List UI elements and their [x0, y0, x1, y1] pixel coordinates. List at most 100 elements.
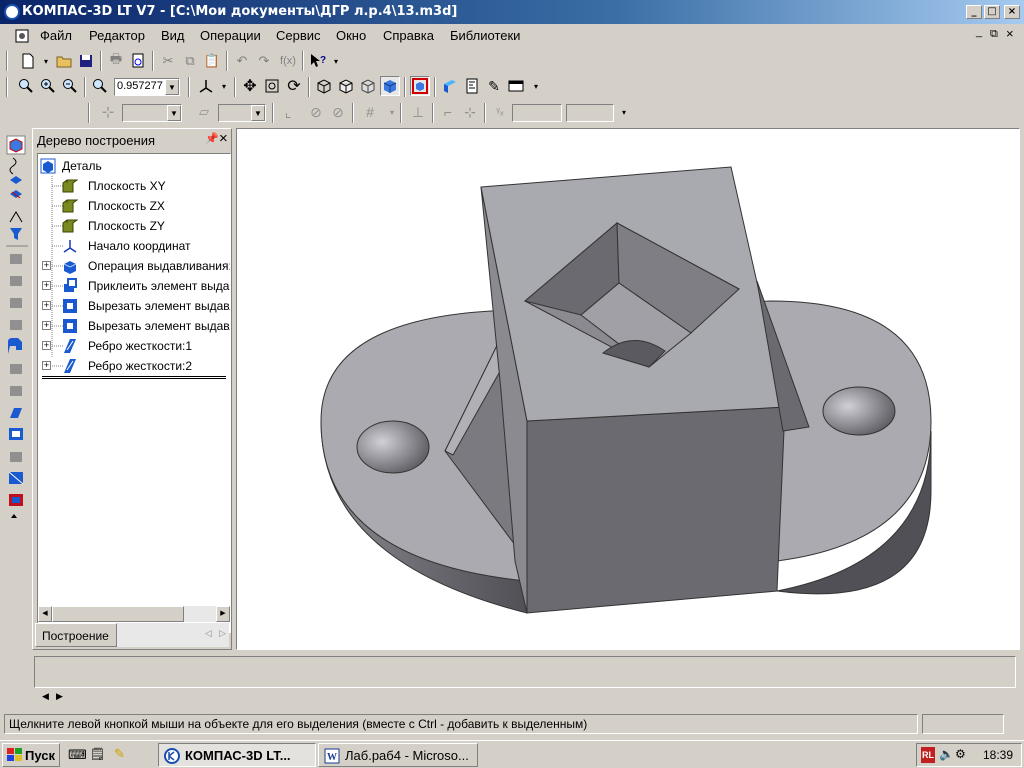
orientation-icon[interactable] — [196, 76, 216, 96]
layer-combo[interactable]: ▼ — [218, 104, 266, 122]
menu-view[interactable]: Вид — [161, 28, 185, 43]
3d-model-render[interactable] — [237, 129, 1019, 649]
tree-scroll-thumb[interactable] — [52, 606, 184, 622]
tree-item[interactable]: + Ребро жесткости:1 — [38, 336, 230, 356]
undo-icon[interactable]: ↶ — [232, 51, 252, 71]
tree-panel-close-icon[interactable]: × — [219, 130, 228, 147]
close-button[interactable]: × — [1004, 5, 1020, 19]
menu-editor[interactable]: Редактор — [89, 28, 145, 43]
zoom-scale-icon[interactable] — [90, 76, 110, 96]
tree-item[interactable]: + Ребро жесткости:2 — [38, 356, 230, 376]
tree-item[interactable]: + Вырезать элемент выдавли — [38, 316, 230, 336]
pin-icon[interactable]: 📌 — [205, 132, 219, 145]
tree-horizontal-scrollbar[interactable]: ◀ ▶ — [38, 606, 230, 622]
x-coord-field[interactable] — [512, 104, 562, 122]
print-icon[interactable]: 🖶 — [106, 51, 126, 71]
tree-item[interactable]: Деталь — [38, 156, 230, 176]
expand-plus-icon[interactable]: + — [42, 261, 51, 270]
tree-item[interactable]: Плоскость ZX — [38, 196, 230, 216]
menu-libraries[interactable]: Библиотеки — [450, 28, 520, 43]
cursor-coords-icon[interactable]: ⊹ — [460, 102, 480, 122]
expand-plus-icon[interactable]: + — [42, 281, 51, 290]
shaded-view-icon[interactable] — [380, 76, 400, 96]
snap-magnet-alt-icon[interactable]: ⊘ — [328, 102, 348, 122]
tray-app-icon[interactable]: ⚙ — [955, 747, 966, 761]
fit-all-icon[interactable] — [262, 76, 282, 96]
tree-item[interactable]: Плоскость XY — [38, 176, 230, 196]
expand-plus-icon[interactable]: + — [42, 341, 51, 350]
section-view-icon[interactable] — [440, 76, 460, 96]
quicklaunch-tool-icon[interactable]: ✎ — [114, 746, 125, 762]
zoom-window-icon[interactable] — [16, 76, 36, 96]
paste-icon[interactable]: 📋 — [202, 51, 222, 71]
maximize-button[interactable]: □ — [984, 5, 1000, 19]
start-button[interactable]: Пуск — [2, 743, 60, 767]
snap-point-icon[interactable]: ⊹ — [98, 102, 118, 122]
doc-close-icon[interactable]: × — [1006, 26, 1014, 41]
zoom-scale-combo[interactable]: 0.957277 ▼ — [114, 78, 180, 96]
quicklaunch-word-icon[interactable]: 🗒 — [90, 747, 105, 761]
tab-scroll-left-icon[interactable]: ◁ — [205, 628, 212, 639]
menu-operations[interactable]: Операции — [200, 28, 261, 43]
kompas-app-icon[interactable] — [4, 4, 20, 20]
expand-plus-icon[interactable]: + — [42, 301, 51, 310]
doc-system-menu-icon[interactable] — [12, 26, 32, 46]
new-dropdown-arrow-icon[interactable]: ▾ — [36, 51, 56, 71]
cut-icon[interactable]: ✂ — [158, 51, 178, 71]
task-kompas[interactable]: КОМПАС-3D LT... — [158, 743, 316, 767]
zoom-scale-dropdown-icon[interactable]: ▼ — [165, 79, 179, 95]
scroll-right-icon[interactable]: ▶ — [216, 606, 230, 622]
scroll-left-icon[interactable]: ◀ — [38, 606, 52, 622]
context-help-icon[interactable]: ? — [308, 51, 328, 71]
property-scroll-left-icon[interactable]: ◀ — [42, 691, 49, 702]
tab-scroll-right-icon[interactable]: ▷ — [219, 628, 226, 639]
orientation-dropdown-arrow-icon[interactable]: ▾ — [214, 76, 234, 96]
zoom-out-icon[interactable] — [60, 76, 80, 96]
hidden-lines-icon[interactable] — [336, 76, 356, 96]
step-combo[interactable]: ▼ — [122, 104, 182, 122]
local-cs-icon[interactable]: ⌞ — [278, 102, 298, 122]
copy-icon[interactable]: ⧉ — [180, 51, 200, 71]
task-word[interactable]: W Лаб.раб4 - Microso... — [318, 743, 478, 767]
snap-magnet-icon[interactable]: ⊘ — [306, 102, 326, 122]
round-icon[interactable]: ⌐ — [438, 102, 458, 122]
model-viewport[interactable] — [236, 128, 1020, 650]
help-dropdown-arrow-icon[interactable]: ▾ — [326, 51, 346, 71]
grid-icon[interactable]: # — [360, 102, 380, 122]
menu-help[interactable]: Справка — [383, 28, 434, 43]
expand-plus-icon[interactable]: + — [42, 361, 51, 370]
open-folder-icon[interactable] — [54, 51, 74, 71]
menu-file[interactable]: Файл — [40, 28, 72, 43]
measure-icon[interactable] — [462, 76, 482, 96]
display-mode-dropdown-arrow-icon[interactable]: ▾ — [526, 76, 546, 96]
save-icon[interactable] — [76, 51, 96, 71]
compact-toolbar-icons[interactable] — [4, 130, 30, 530]
xy-coords-icon[interactable]: ᵞₓ — [490, 102, 510, 122]
new-document-icon[interactable] — [18, 51, 38, 71]
rotate-icon[interactable]: ⟳ — [284, 76, 304, 96]
menu-window[interactable]: Окно — [336, 28, 366, 43]
redo-icon[interactable]: ↷ — [254, 51, 274, 71]
step-dropdown-icon[interactable]: ▼ — [167, 105, 181, 121]
layer-icon[interactable]: ▱ — [194, 102, 214, 122]
variables-fx-icon[interactable]: f(x) — [276, 51, 300, 71]
thin-hidden-lines-icon[interactable] — [358, 76, 378, 96]
grid-dropdown-arrow-icon[interactable]: ▾ — [382, 102, 402, 122]
coords-dropdown-arrow-icon[interactable]: ▾ — [614, 102, 634, 122]
tree-item[interactable]: Начало координат — [38, 236, 230, 256]
volume-icon[interactable]: 🔈 — [939, 747, 954, 761]
display-mode-icon[interactable] — [506, 76, 526, 96]
property-scroll-right-icon[interactable]: ▶ — [56, 691, 63, 702]
layer-dropdown-icon[interactable]: ▼ — [251, 105, 265, 121]
tree-item[interactable]: + Вырезать элемент выдавли — [38, 296, 230, 316]
pan-icon[interactable]: ✥ — [240, 76, 260, 96]
tools-icon[interactable]: ✎ — [484, 76, 504, 96]
doc-minimize-icon[interactable]: _ — [976, 26, 982, 38]
expand-plus-icon[interactable]: + — [42, 321, 51, 330]
ortho-icon[interactable]: ⊥ — [408, 102, 428, 122]
doc-restore-icon[interactable]: ⧉ — [990, 28, 998, 41]
y-coord-field[interactable] — [566, 104, 614, 122]
print-preview-icon[interactable] — [128, 51, 148, 71]
menu-service[interactable]: Сервис — [276, 28, 321, 43]
tree-item[interactable]: Плоскость ZY — [38, 216, 230, 236]
